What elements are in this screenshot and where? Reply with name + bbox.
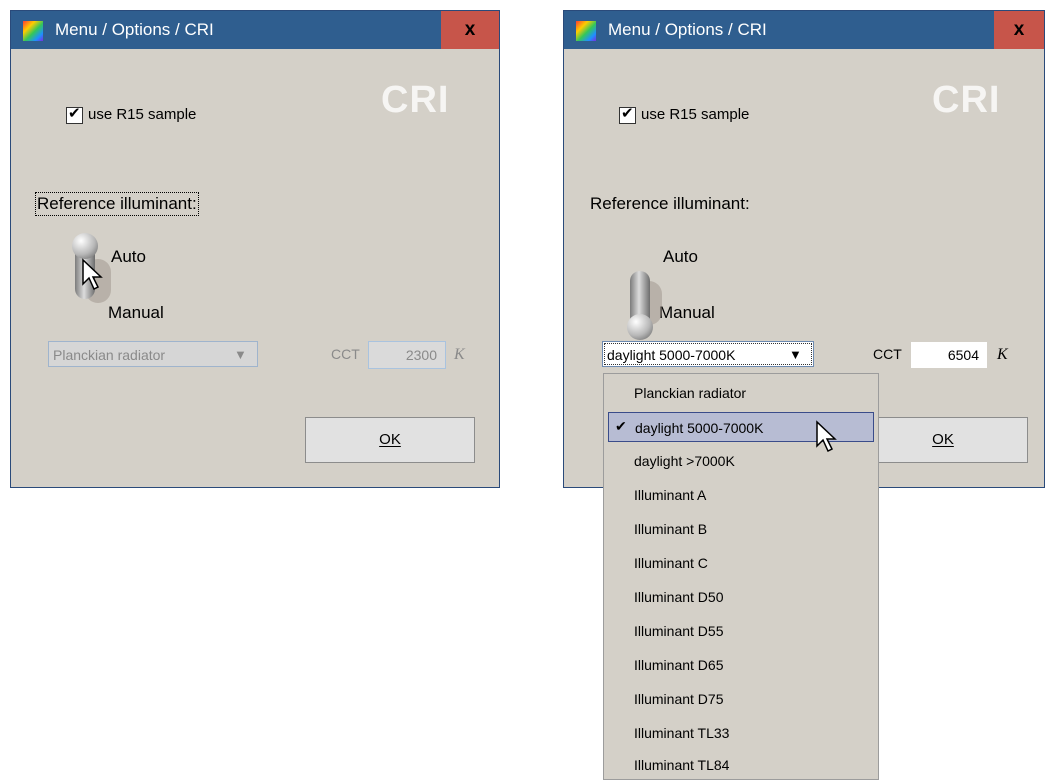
cct-label: CCT	[331, 346, 360, 362]
dropdown-option-label: Illuminant TL33	[634, 725, 730, 741]
auto-option-label[interactable]: Auto	[111, 247, 146, 267]
reference-illuminant-label: Reference illuminant:	[590, 194, 750, 213]
dropdown-option-label: Illuminant D65	[634, 657, 724, 673]
dropdown-option[interactable]: Illuminant D75	[608, 684, 874, 714]
cct-input[interactable]: 6504	[910, 341, 988, 369]
dropdown-option[interactable]: Illuminant B	[608, 514, 874, 544]
cct-input: 2300	[368, 341, 446, 369]
ok-button[interactable]: OK	[305, 417, 475, 463]
check-icon: ✔	[621, 105, 634, 122]
check-icon: ✔	[615, 418, 627, 434]
dropdown-option-label: Illuminant D75	[634, 691, 724, 707]
ok-button[interactable]: OK	[858, 417, 1028, 463]
cct-label: CCT	[873, 346, 902, 362]
dropdown-option[interactable]: Illuminant TL33	[608, 718, 874, 748]
spectrum-icon	[576, 21, 596, 41]
r15-checkbox[interactable]: ✔	[66, 105, 83, 124]
cri-logo: CRI	[381, 79, 450, 121]
triangle-down-icon[interactable]: ▼	[789, 347, 802, 362]
dropdown-option-label: daylight 5000-7000K	[635, 420, 764, 436]
dropdown-option[interactable]: Illuminant D50	[608, 582, 874, 612]
dropdown-option[interactable]: Planckian radiator	[608, 378, 874, 408]
dropdown-option-label: Illuminant A	[634, 487, 707, 503]
kelvin-unit: K	[997, 346, 1008, 363]
toggle-knob	[627, 314, 653, 340]
reference-illuminant-label: Reference illuminant:	[35, 192, 199, 216]
r15-label: use R15 sample	[641, 106, 750, 123]
title-bar[interactable]: Menu / Options / CRI x	[11, 11, 499, 49]
spectrum-icon	[23, 21, 43, 41]
illuminant-select-value: Planckian radiator	[53, 347, 166, 363]
check-icon: ✔	[68, 105, 81, 122]
ok-button-label: OK	[379, 431, 401, 448]
r15-checkbox[interactable]: ✔	[619, 105, 636, 124]
dropdown-option[interactable]: Illuminant A	[608, 480, 874, 510]
ok-button-label: OK	[932, 431, 954, 448]
dropdown-option[interactable]: Illuminant D65	[608, 650, 874, 680]
window-title: Menu / Options / CRI	[55, 20, 214, 39]
dropdown-option-label: daylight >7000K	[634, 453, 735, 469]
illuminant-select[interactable]: daylight 5000-7000K ▼	[602, 341, 814, 367]
arrow-cursor-icon	[816, 420, 837, 453]
dropdown-option[interactable]: Illuminant D55	[608, 616, 874, 646]
dropdown-option-label: Illuminant B	[634, 521, 708, 537]
close-button[interactable]: x	[994, 11, 1044, 49]
toggle-knob	[72, 233, 98, 259]
dropdown-option-label: Illuminant D55	[634, 623, 724, 639]
manual-option-label[interactable]: Manual	[659, 303, 715, 323]
dropdown-option-label: Illuminant TL84	[634, 757, 730, 773]
auto-option-label[interactable]: Auto	[663, 247, 698, 267]
dropdown-option[interactable]: Illuminant TL84	[608, 750, 874, 780]
dropdown-option[interactable]: Illuminant C	[608, 548, 874, 578]
r15-label: use R15 sample	[88, 106, 197, 123]
cri-logo: CRI	[932, 79, 1001, 121]
title-bar[interactable]: Menu / Options / CRI x	[564, 11, 1044, 49]
kelvin-unit: K	[454, 346, 465, 363]
dropdown-option-label: Planckian radiator	[634, 385, 747, 401]
illuminant-select-value: daylight 5000-7000K	[607, 347, 736, 363]
triangle-down-icon: ▼	[234, 347, 247, 362]
dropdown-option-label: Illuminant D50	[634, 589, 724, 605]
window-title: Menu / Options / CRI	[608, 20, 767, 39]
close-button[interactable]: x	[441, 11, 499, 49]
cri-dialog-auto: Menu / Options / CRI x CRI ✔ use R15 sam…	[10, 10, 500, 488]
arrow-cursor-icon	[82, 258, 103, 291]
dropdown-option-label: Illuminant C	[634, 555, 708, 571]
illuminant-select: Planckian radiator ▼	[48, 341, 258, 367]
manual-option-label[interactable]: Manual	[108, 303, 164, 323]
